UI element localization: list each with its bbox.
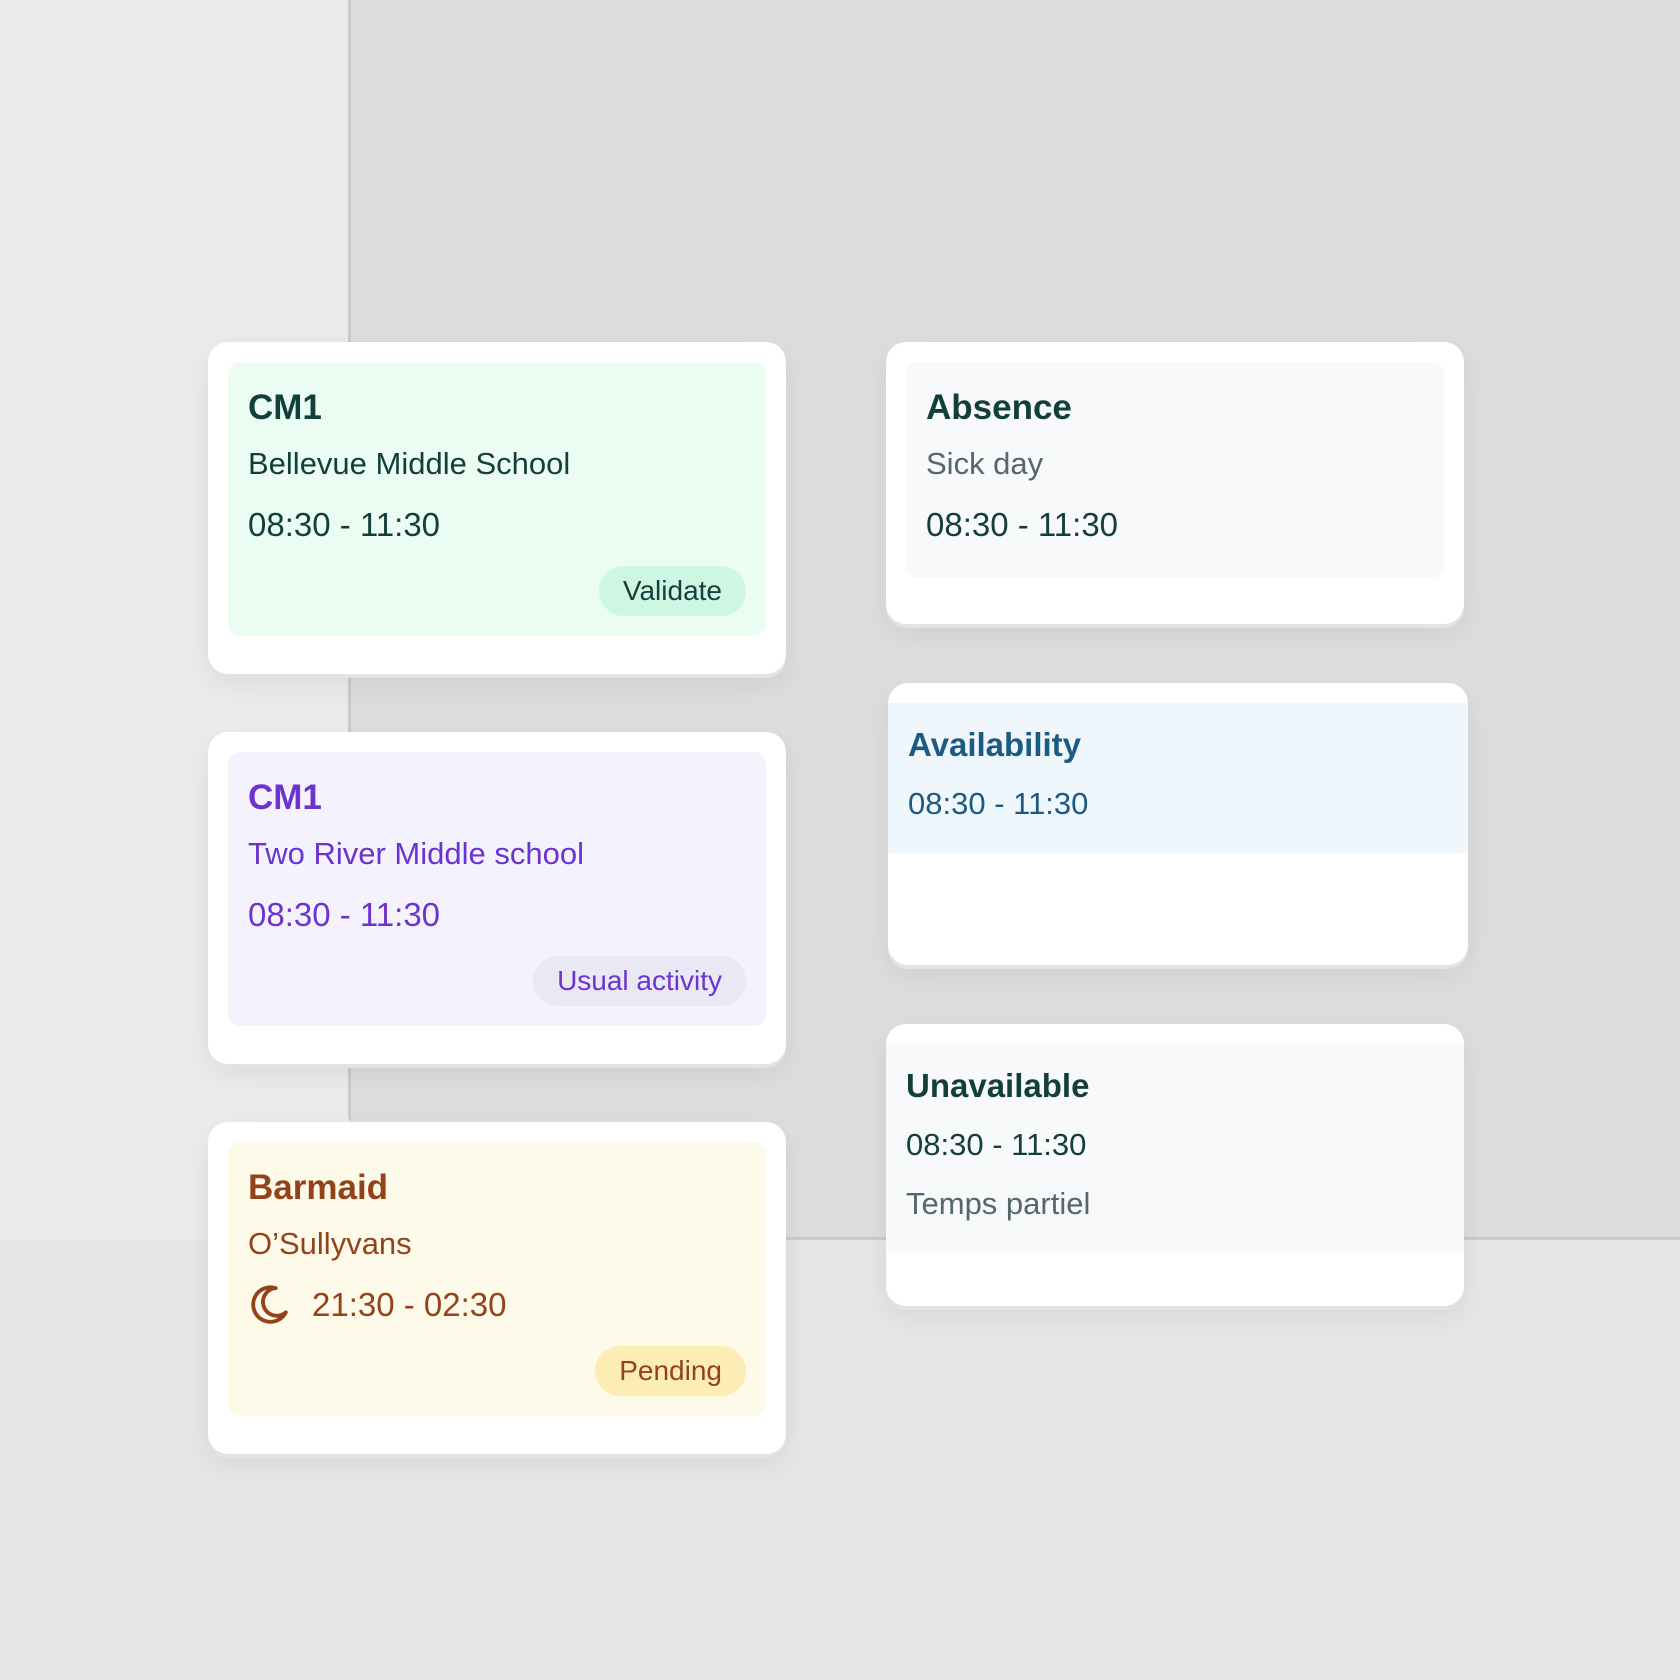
- shift-card-cm1-bellevue[interactable]: CM1 Bellevue Middle School 08:30 - 11:30…: [208, 342, 786, 674]
- moon-icon: [251, 1285, 288, 1324]
- absence-card-body: Absence Sick day 08:30 - 11:30: [906, 362, 1444, 578]
- shift-location: Two River Middle school: [248, 836, 584, 871]
- availability-title: Availability: [908, 726, 1082, 763]
- availability-card[interactable]: Availability 08:30 - 11:30: [888, 683, 1468, 965]
- absence-card[interactable]: Absence Sick day 08:30 - 11:30: [886, 342, 1464, 624]
- shift-card-body: CM1 Two River Middle school 08:30 - 11:3…: [228, 752, 766, 1026]
- shift-title: CM1: [248, 778, 322, 817]
- unavailable-time: 08:30 - 11:30: [906, 1127, 1087, 1162]
- shift-time: 08:30 - 11:30: [248, 506, 441, 543]
- shift-time: 21:30 - 02:30: [312, 1286, 507, 1323]
- absence-title: Absence: [926, 388, 1072, 427]
- shift-title: Barmaid: [248, 1168, 389, 1207]
- shift-location: Bellevue Middle School: [248, 446, 571, 481]
- shift-title: CM1: [248, 388, 322, 427]
- shift-card-body: Barmaid O’Sullyvans 21:30 - 02:30 Pendin…: [228, 1142, 766, 1416]
- unavailable-card[interactable]: Unavailable 08:30 - 11:30 Temps partiel: [886, 1024, 1464, 1306]
- shift-card-barmaid[interactable]: Barmaid O’Sullyvans 21:30 - 02:30 Pendin…: [208, 1122, 786, 1454]
- absence-reason: Sick day: [926, 446, 1044, 481]
- availability-time: 08:30 - 11:30: [908, 786, 1089, 821]
- shift-time: 08:30 - 11:30: [248, 896, 441, 933]
- unavailable-note: Temps partiel: [906, 1186, 1091, 1221]
- shift-location: O’Sullyvans: [248, 1226, 412, 1261]
- status-badge-pending[interactable]: Pending: [595, 1346, 746, 1396]
- unavailable-title: Unavailable: [906, 1067, 1090, 1104]
- shift-card-body: CM1 Bellevue Middle School 08:30 - 11:30…: [228, 362, 766, 636]
- status-badge-validate[interactable]: Validate: [598, 566, 746, 616]
- status-badge-usual-activity[interactable]: Usual activity: [533, 956, 746, 1006]
- shift-card-cm1-two-river[interactable]: CM1 Two River Middle school 08:30 - 11:3…: [208, 732, 786, 1064]
- shift-time-row: 21:30 - 02:30: [248, 1282, 746, 1328]
- availability-card-body: Availability 08:30 - 11:30: [888, 703, 1468, 853]
- absence-time: 08:30 - 11:30: [926, 506, 1119, 543]
- unavailable-card-body: Unavailable 08:30 - 11:30 Temps partiel: [886, 1044, 1464, 1252]
